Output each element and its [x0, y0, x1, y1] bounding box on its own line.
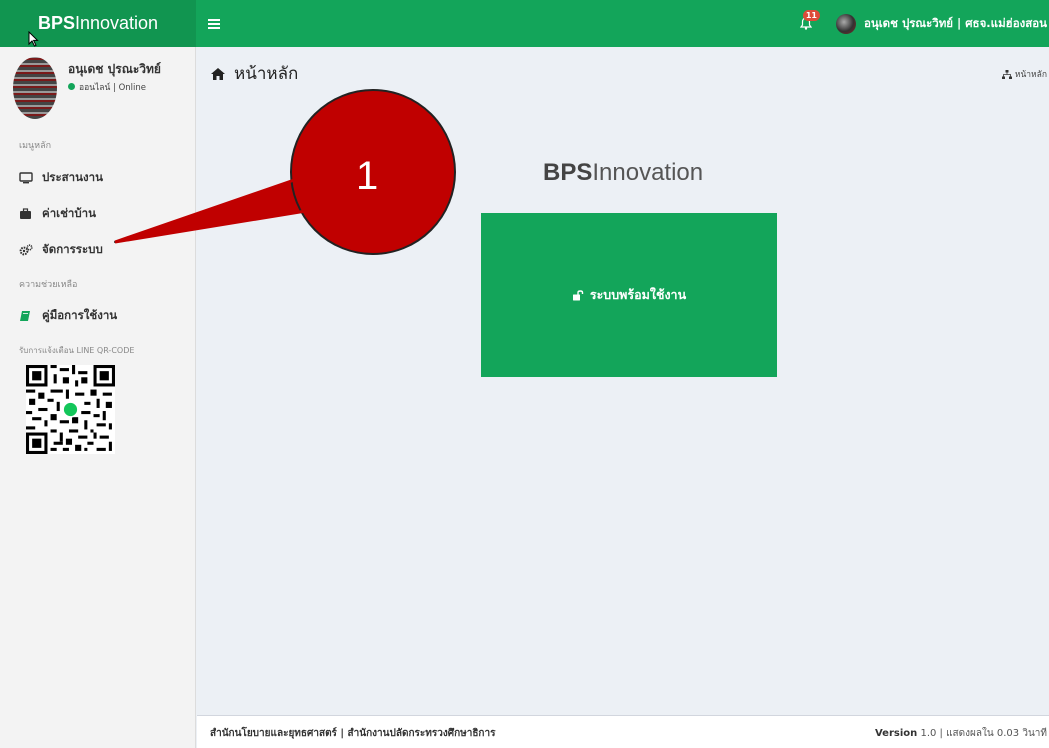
notification-badge: 11: [802, 10, 820, 21]
briefcase-icon: [19, 208, 35, 220]
gears-icon: [19, 244, 35, 256]
brand-rest: Innovation: [592, 159, 704, 186]
online-dot-icon: [68, 83, 75, 90]
brand-bold: BPS: [543, 159, 593, 186]
sidebar-item-label: คู่มือการใช้งาน: [42, 308, 118, 322]
help-header: ความช่วยเหลือ: [19, 280, 78, 290]
logo-rest: Innovation: [74, 13, 159, 33]
notification-bell[interactable]: 11: [799, 10, 820, 30]
version-label: Version: [874, 728, 918, 739]
mouse-cursor-icon: [28, 31, 39, 47]
breadcrumb-item[interactable]: หน้าหลัก: [1015, 67, 1047, 81]
user-avatar-small[interactable]: [835, 13, 856, 34]
line-qr-code: [26, 365, 115, 454]
top-right-area: 11 อนุเดช ปุรณะวิทย์ | ศธจ.แม่ฮ่องสอน: [799, 0, 1049, 47]
page-title-text: หน้าหลัก: [234, 64, 299, 84]
system-ready-button[interactable]: ระบบพร้อมใช้งาน: [481, 213, 777, 377]
user-menu-label[interactable]: อนุเดช ปุรณะวิทย์ | ศธจ.แม่ฮ่องสอน: [864, 15, 1047, 33]
main-content: หน้าหลัก หน้าหลัก BPSInnovation ระบบพร้อ…: [197, 47, 1049, 715]
page-title: หน้าหลัก: [210, 60, 298, 87]
user-avatar: [13, 57, 57, 119]
sidebar-item-manual[interactable]: คู่มือการใช้งาน: [19, 307, 117, 325]
book-icon: [19, 310, 35, 322]
sidebar: อนุเดช ปุรณะวิทย์ ออนไลน์ | Online เมนูห…: [0, 47, 196, 748]
line-qr-header: รับการแจ้งเตือน LINE QR-CODE: [19, 346, 135, 355]
sidebar-item-label: จัดการระบบ: [42, 242, 103, 256]
user-panel: อนุเดช ปุรณะวิทย์ ออนไลน์ | Online: [0, 47, 195, 127]
brand-title: BPSInnovation: [543, 159, 703, 187]
hamburger-icon[interactable]: [208, 14, 220, 33]
footer: สำนักนโยบายและยุทธศาสตร์ | สำนักงานปลัดก…: [197, 715, 1049, 748]
top-navbar: BPS Innovation 11 อนุเดช ปุรณะวิทย์ | ศธจ…: [0, 0, 1049, 47]
main-menu-header: เมนูหลัก: [19, 141, 52, 151]
sidebar-item-house-rent[interactable]: ค่าเช่าบ้าน: [19, 205, 96, 223]
sidebar-user-name: อนุเดช ปุรณะวิทย์: [68, 62, 161, 76]
unlock-icon: [572, 289, 584, 301]
status-separator: |: [113, 83, 116, 93]
user-status: ออนไลน์ | Online: [68, 80, 146, 94]
version-value: 1.0 | แสดงผลใน 0.03 วินาที: [920, 728, 1047, 739]
home-icon: [210, 67, 226, 81]
status-th: ออนไลน์: [79, 83, 111, 93]
status-en: Online: [118, 83, 147, 93]
footer-version: Version 1.0 | แสดงผลใน 0.03 วินาที: [875, 726, 1047, 741]
sidebar-item-label: ประสานงาน: [42, 170, 103, 184]
sidebar-item-label: ค่าเช่าบ้าน: [42, 206, 96, 220]
logo-bold: BPS: [37, 13, 75, 33]
sitemap-icon: [1001, 69, 1012, 79]
callout-number: 1: [356, 154, 379, 198]
footer-org: สำนักนโยบายและยุทธศาสตร์ | สำนักงานปลัดก…: [210, 728, 496, 739]
monitor-icon: [19, 172, 35, 184]
sidebar-item-system-management[interactable]: จัดการระบบ: [19, 241, 103, 259]
breadcrumb[interactable]: หน้าหลัก: [1001, 67, 1047, 81]
system-ready-label: ระบบพร้อมใช้งาน: [589, 287, 687, 302]
sidebar-item-coordination[interactable]: ประสานงาน: [19, 169, 103, 187]
